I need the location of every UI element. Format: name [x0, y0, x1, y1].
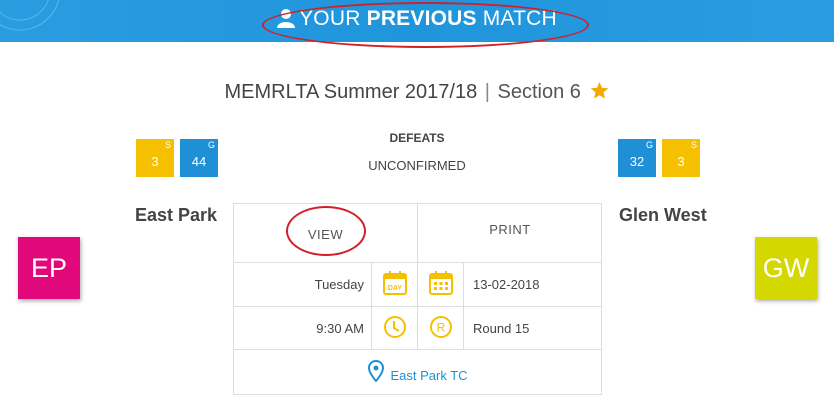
clock-icon — [383, 315, 407, 342]
away-team-name[interactable]: Glen West — [619, 205, 707, 226]
match-date-cell: 13-02-2018 — [464, 263, 602, 307]
round-icon-cell: R — [418, 307, 464, 350]
home-sets-value: 3 — [151, 154, 159, 169]
match-time: 9:30 AM — [316, 320, 364, 336]
round-icon: R — [429, 315, 453, 342]
result-status: UNCONFIRMED — [368, 158, 466, 173]
date-icon-cell — [418, 263, 464, 307]
location-pin-icon — [368, 359, 390, 385]
result-label: DEFEATS — [389, 131, 445, 145]
away-sets-value: 3 — [677, 154, 685, 169]
day-icon-cell: DAY — [372, 263, 418, 307]
time-icon-cell — [372, 307, 418, 350]
away-games-label: G — [645, 140, 653, 150]
day-icon-label: DAY — [387, 285, 401, 292]
print-button-label: PRINT — [489, 222, 531, 237]
competition-section: Section 6 — [497, 81, 581, 103]
calendar-icon — [428, 270, 454, 299]
home-team-name[interactable]: East Park — [135, 205, 217, 226]
away-games-badge: 32 G — [618, 139, 656, 177]
match-round: Round 15 — [473, 320, 530, 336]
match-round-cell: Round 15 — [464, 307, 602, 350]
home-games-label: G — [207, 140, 215, 150]
highlight-ellipse-view — [286, 206, 366, 256]
calendar-day-icon: DAY — [382, 270, 408, 299]
home-games-badge: 44 G — [180, 139, 218, 177]
home-games-value: 44 — [191, 154, 207, 169]
star-icon[interactable] — [590, 81, 609, 106]
title-separator: | — [484, 81, 490, 103]
print-button[interactable]: PRINT — [418, 204, 602, 263]
match-date: 13-02-2018 — [473, 277, 540, 292]
match-day: Tuesday — [314, 277, 364, 292]
home-sets-label: S — [164, 140, 171, 150]
competition-name: MEMRLTA Summer 2017/18 — [224, 81, 478, 103]
match-time-cell: 9:30 AM — [234, 307, 372, 350]
match-day-cell: Tuesday — [234, 263, 372, 307]
highlight-ellipse-header — [262, 2, 589, 48]
away-sets-label: S — [690, 140, 697, 150]
home-team-logo[interactable]: EP — [18, 237, 80, 299]
venue-name: East Park TC — [390, 368, 468, 383]
round-icon-label: R — [436, 320, 445, 334]
away-sets-badge: 3 S — [662, 139, 700, 177]
away-games-value: 32 — [629, 154, 645, 169]
venue-link[interactable]: East Park TC — [234, 350, 602, 395]
away-team-logo[interactable]: GW — [755, 237, 817, 299]
competition-title: MEMRLTA Summer 2017/18 | Section 6 — [0, 81, 834, 106]
home-sets-badge: 3 S — [136, 139, 174, 177]
